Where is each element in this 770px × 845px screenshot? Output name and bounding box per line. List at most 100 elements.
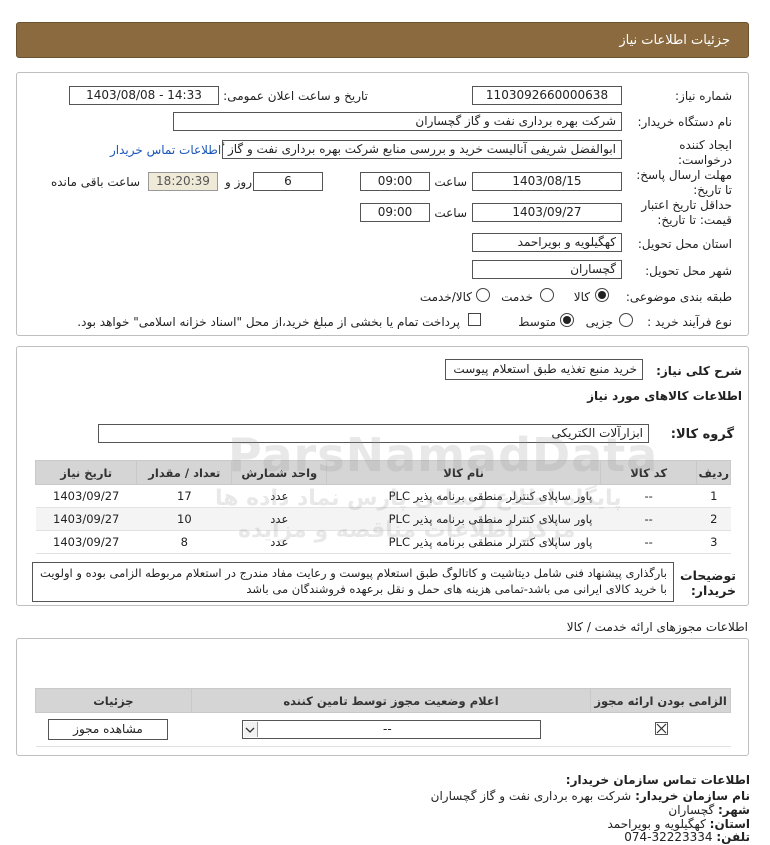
city-field: گچساران (472, 260, 622, 279)
category-option-goods-service: کالا/خدمت (419, 290, 472, 304)
contact-province-value: کهگیلویه و بویراحمد (607, 817, 706, 831)
row-number: 3 (696, 530, 731, 554)
col-permit-required: الزامی بودن ارائه مجوز (590, 688, 731, 713)
creator-label: ایجاد کننده درخواست: (678, 138, 732, 167)
treasury-payment-note: پرداخت تمام یا بخشی از مبلغ خرید،از محل … (77, 315, 460, 329)
col-row: ردیف (696, 460, 731, 485)
contact-phone-label: تلفن: (716, 830, 750, 844)
col-date: تاریخ نیاز (34, 460, 138, 485)
col-permit-status: اعلام وضعیت مجوز توسط تامین کننده (190, 688, 592, 713)
contact-city-value: گچساران (668, 803, 715, 817)
table-row: 3 -- پاور ساپلای کنترلر منطقی برنامه پذی… (35, 530, 731, 554)
view-permit-button[interactable]: مشاهده مجوز (48, 719, 168, 740)
goods-qty: 8 (136, 530, 232, 554)
page-header: جزئیات اطلاعات نیاز (16, 22, 749, 58)
row-number: 1 (696, 484, 731, 508)
contact-org: نام سازمان خریدار: شرکت بهره برداری نفت … (431, 789, 750, 803)
process-option-minor: جزیی (585, 315, 613, 329)
col-code: کد کالا (599, 460, 698, 485)
process-radio-medium[interactable] (560, 313, 574, 327)
creator-field: ابوالفضل شریفی آنالیست خرید و بررسی مناب… (222, 140, 622, 159)
goods-name: پاور ساپلای کنترلر منطقی برنامه پذیر PLC (326, 530, 601, 554)
validity-time-field: 09:00 (360, 203, 430, 222)
announce-label: تاریخ و ساعت اعلان عمومی: (223, 89, 368, 103)
permits-title: اطلاعات مجوزهای ارائه خدمت / کالا (566, 620, 748, 634)
goods-date: 1403/09/27 (35, 530, 137, 554)
goods-unit: عدد (231, 507, 327, 531)
permits-table-header: الزامی بودن ارائه مجوز اعلام وضعیت مجوز … (35, 688, 731, 713)
announce-datetime-field: 1403/08/08 - 14:33 (69, 86, 219, 105)
process-label: نوع فرآیند خرید : (647, 315, 732, 329)
goods-date: 1403/09/27 (35, 507, 137, 531)
remaining-word: ساعت باقی مانده (50, 175, 140, 189)
goods-code: -- (600, 507, 697, 531)
goods-qty: 17 (136, 484, 232, 508)
table-row: 1 -- پاور ساپلای کنترلر منطقی برنامه پذی… (35, 484, 731, 508)
buyer-contact-link[interactable]: اطلاعات تماس خریدار (110, 143, 221, 157)
deadline-date-field: 1403/08/15 (472, 172, 622, 191)
contact-phone: تلفن: 074-32223334 (624, 830, 750, 844)
contact-province: استان: کهگیلویه و بویراحمد (607, 817, 750, 831)
goods-name: پاور ساپلای کنترلر منطقی برنامه پذیر PLC (326, 484, 601, 508)
buyer-label: نام دستگاه خریدار: (637, 115, 733, 129)
permit-status-value: -- (383, 722, 392, 736)
col-permit-details: جزئیات (35, 688, 192, 713)
category-label: طبقه بندی موضوعی: (625, 290, 732, 304)
goods-unit: عدد (231, 530, 327, 554)
goods-unit: عدد (231, 484, 327, 508)
need-description-label: شرح کلی نیاز: (656, 364, 742, 378)
goods-table-header: ردیف کد کالا نام کالا واحد شمارش تعداد /… (34, 460, 731, 485)
goods-section-title: اطلاعات کالاهای مورد نیاز (587, 389, 742, 403)
category-option-service: خدمت (501, 290, 533, 304)
contact-city-label: شهر: (718, 803, 750, 817)
process-option-medium: متوسط (518, 315, 556, 329)
row-number: 2 (696, 507, 731, 531)
need-description-field: خرید منبع تغذیه طبق استعلام پیوست (445, 359, 643, 380)
contact-province-label: استان: (709, 817, 750, 831)
contact-phone-value: 074-32223334 (624, 830, 713, 844)
contact-org-value: شرکت بهره برداری نفت و گاز گچساران (430, 789, 632, 803)
goods-table: ردیف کد کالا نام کالا واحد شمارش تعداد /… (34, 460, 731, 554)
contact-city: شهر: گچساران (668, 803, 750, 817)
permit-status-select[interactable]: -- (242, 720, 541, 739)
deadline-time-field: 09:00 (360, 172, 430, 191)
province-label: استان محل تحویل: (637, 237, 732, 251)
days-word: روز و (225, 175, 252, 189)
treasury-payment-checkbox[interactable] (468, 313, 481, 326)
category-radio-goods-service[interactable] (476, 288, 490, 302)
need-number-field: 1103092660000638 (472, 86, 622, 105)
permit-required-checkbox-icon (655, 722, 668, 735)
category-radio-service[interactable] (540, 288, 554, 302)
col-qty: تعداد / مقدار (136, 460, 233, 485)
table-row: 2 -- پاور ساپلای کنترلر منطقی برنامه پذی… (35, 507, 731, 531)
city-label: شهر محل تحویل: (645, 264, 732, 278)
validity-time-word: ساعت (434, 206, 467, 220)
days-remaining-field: 6 (253, 172, 323, 191)
col-unit: واحد شمارش (231, 460, 328, 485)
goods-group-field: ابزارآلات الکتریکی (98, 424, 649, 443)
deadline-label: مهلت ارسال پاسخ: تا تاریخ: (636, 168, 732, 197)
goods-group-label: گروه کالا: (670, 427, 734, 442)
validity-label: حداقل تاریخ اعتبار قیمت: تا تاریخ: (641, 198, 732, 227)
category-option-goods: کالا (573, 290, 590, 304)
buyer-notes-text: بارگذاری پیشنهاد فنی شامل دیتاشیت و کاتا… (32, 562, 674, 602)
category-radio-goods[interactable] (595, 288, 609, 302)
remaining-time-field: 18:20:39 (148, 172, 218, 191)
deadline-time-word: ساعت (434, 175, 467, 189)
province-field: کهگیلویه و بویراحمد (472, 233, 622, 252)
goods-date: 1403/09/27 (35, 484, 137, 508)
goods-qty: 10 (136, 507, 232, 531)
need-number-label: شماره نیاز: (675, 89, 732, 103)
page-title: جزئیات اطلاعات نیاز (619, 32, 730, 48)
contact-title: اطلاعات تماس سازمان خریدار: (565, 773, 750, 787)
goods-code: -- (600, 530, 697, 554)
col-name: نام کالا (326, 460, 601, 485)
contact-org-label: نام سازمان خریدار: (635, 789, 750, 803)
process-radio-minor[interactable] (619, 313, 633, 327)
chevron-down-icon (244, 722, 258, 737)
goods-name: پاور ساپلای کنترلر منطقی برنامه پذیر PLC (326, 507, 601, 531)
buyer-field: شرکت بهره برداری نفت و گاز گچساران (173, 112, 622, 131)
buyer-notes-label: توضیحات خریدار: (680, 568, 736, 598)
goods-code: -- (600, 484, 697, 508)
validity-date-field: 1403/09/27 (472, 203, 622, 222)
